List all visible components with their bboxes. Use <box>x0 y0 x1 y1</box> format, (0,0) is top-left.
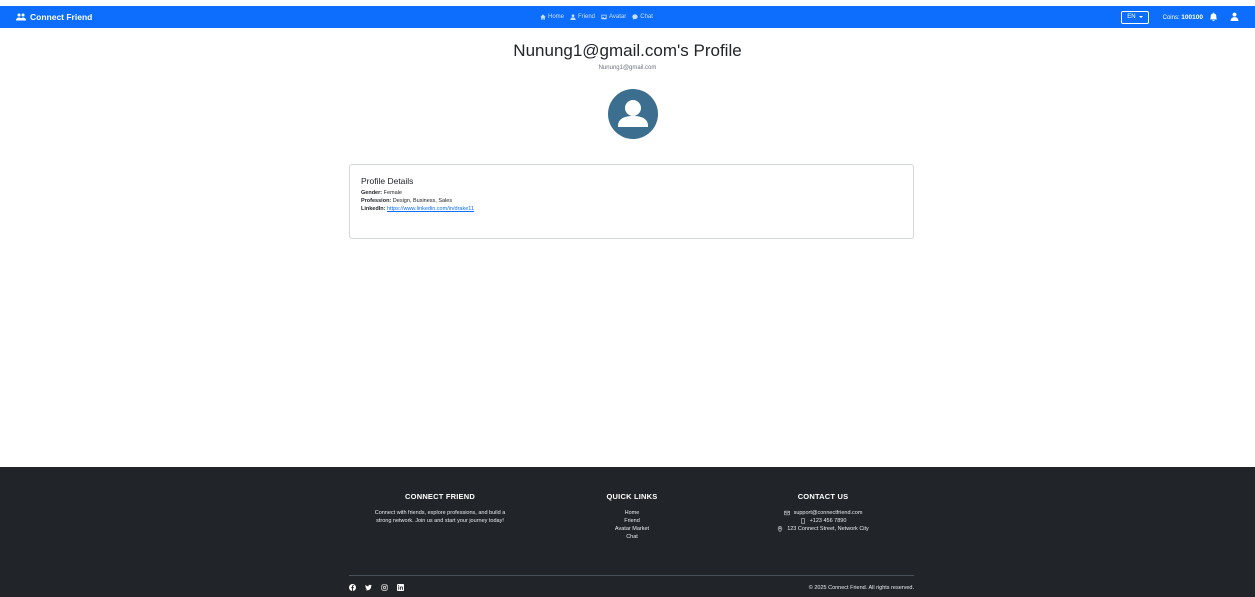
brand-link[interactable]: Connect Friend <box>16 6 92 28</box>
instagram-icon <box>381 584 388 591</box>
footer-quick-links: QUICK LINKS Home Friend Avatar Market Ch… <box>582 492 682 541</box>
facebook-icon <box>349 584 356 591</box>
nav-home-label: Home <box>548 14 565 20</box>
image-icon <box>601 14 607 20</box>
gender-row: Gender: Female <box>361 189 902 197</box>
navbar: Connect Friend Home Friend Avatar Chat E… <box>0 6 1255 28</box>
linkedin-social-link[interactable] <box>397 584 404 591</box>
page-title: Nunung1@gmail.com's Profile <box>513 41 742 60</box>
chat-icon <box>632 14 638 20</box>
profile-email: Nunung1@gmail.com <box>598 65 657 71</box>
location-icon <box>778 526 783 532</box>
footer-link-chat[interactable]: Chat <box>582 533 682 541</box>
footer-email: support@connectfriend.com <box>793 510 863 516</box>
footer-contact-heading: CONTACT US <box>797 492 849 501</box>
linkedin-row: LinkedIn: https://www.linkedin.com/in/dr… <box>361 205 902 213</box>
footer-address-row: 123 Connect Street, Network City <box>733 525 913 533</box>
bell-icon <box>1209 12 1218 21</box>
avatar <box>608 89 658 139</box>
footer-address: 123 Connect Street, Network City <box>787 526 869 532</box>
footer-link-home[interactable]: Home <box>582 509 682 517</box>
gender-label: Gender: <box>361 190 383 196</box>
envelope-icon <box>783 510 790 516</box>
nav-links: Home Friend Avatar Chat <box>540 6 653 28</box>
footer-phone: +123 456 7890 <box>809 518 847 524</box>
brand-name: Connect Friend <box>30 12 93 22</box>
footer-link-avatar-market[interactable]: Avatar Market <box>582 525 682 533</box>
nav-friend-label: Friend <box>578 14 596 20</box>
profile-details-card: Profile Details Gender: Female Professio… <box>349 164 914 239</box>
coins-display: Coins: 100100 <box>1163 14 1203 21</box>
copyright: © 2025 Connect Friend. All rights reserv… <box>808 585 914 591</box>
profession-value: Design, Business, Sales <box>392 198 453 204</box>
language-dropdown[interactable]: EN <box>1121 10 1149 24</box>
footer-email-row: support@connectfriend.com <box>733 509 913 517</box>
person-icon <box>570 14 576 20</box>
linkedin-label: LinkedIn: <box>361 206 386 212</box>
footer-link-friend[interactable]: Friend <box>582 517 682 525</box>
profession-row: Profession: Design, Business, Sales <box>361 197 902 205</box>
linkedin-link[interactable]: https://www.linkedin.com/in/drake11 <box>387 206 474 212</box>
footer-divider <box>349 575 914 576</box>
phone-icon <box>800 518 805 524</box>
nav-avatar-label: Avatar <box>609 14 627 20</box>
footer: CONNECT FRIEND Connect with friends, exp… <box>0 467 1255 597</box>
footer-contact: CONTACT US support@connectfriend.com +12… <box>733 492 913 533</box>
nav-chat[interactable]: Chat <box>632 14 653 20</box>
coins-label: Coins: <box>1162 14 1180 21</box>
footer-about-line2: strong network. Join us and start your j… <box>376 518 504 524</box>
nav-friend[interactable]: Friend <box>570 14 595 20</box>
twitter-icon <box>365 584 372 591</box>
person-icon <box>1230 12 1239 21</box>
users-icon <box>16 13 26 21</box>
linkedin-icon <box>397 584 404 591</box>
avatar-person-icon <box>618 100 648 127</box>
twitter-link[interactable] <box>365 584 372 591</box>
nav-home[interactable]: Home <box>540 14 564 20</box>
footer-phone-row: +123 456 7890 <box>733 517 913 525</box>
language-label: EN <box>1127 14 1136 20</box>
nav-chat-label: Chat <box>640 14 653 20</box>
footer-about-heading: CONNECT FRIEND <box>405 492 475 501</box>
coins-value: 100100 <box>1181 13 1203 21</box>
social-links <box>349 584 404 591</box>
footer-about: CONNECT FRIEND Connect with friends, exp… <box>340 492 540 525</box>
footer-links-heading: QUICK LINKS <box>606 492 658 501</box>
instagram-link[interactable] <box>381 584 388 591</box>
gender-value: Female <box>383 190 402 196</box>
profession-label: Profession: <box>361 198 392 204</box>
nav-right: EN Coins: 100100 <box>1121 6 1239 28</box>
facebook-link[interactable] <box>349 584 356 591</box>
user-menu-button[interactable] <box>1230 12 1239 23</box>
home-icon <box>540 14 546 20</box>
nav-avatar[interactable]: Avatar <box>601 14 626 20</box>
footer-about-line1: Connect with friends, explore profession… <box>374 510 506 516</box>
profile-details-heading: Profile Details <box>361 176 414 186</box>
caret-down-icon <box>1138 16 1143 18</box>
notifications-button[interactable] <box>1209 12 1218 23</box>
